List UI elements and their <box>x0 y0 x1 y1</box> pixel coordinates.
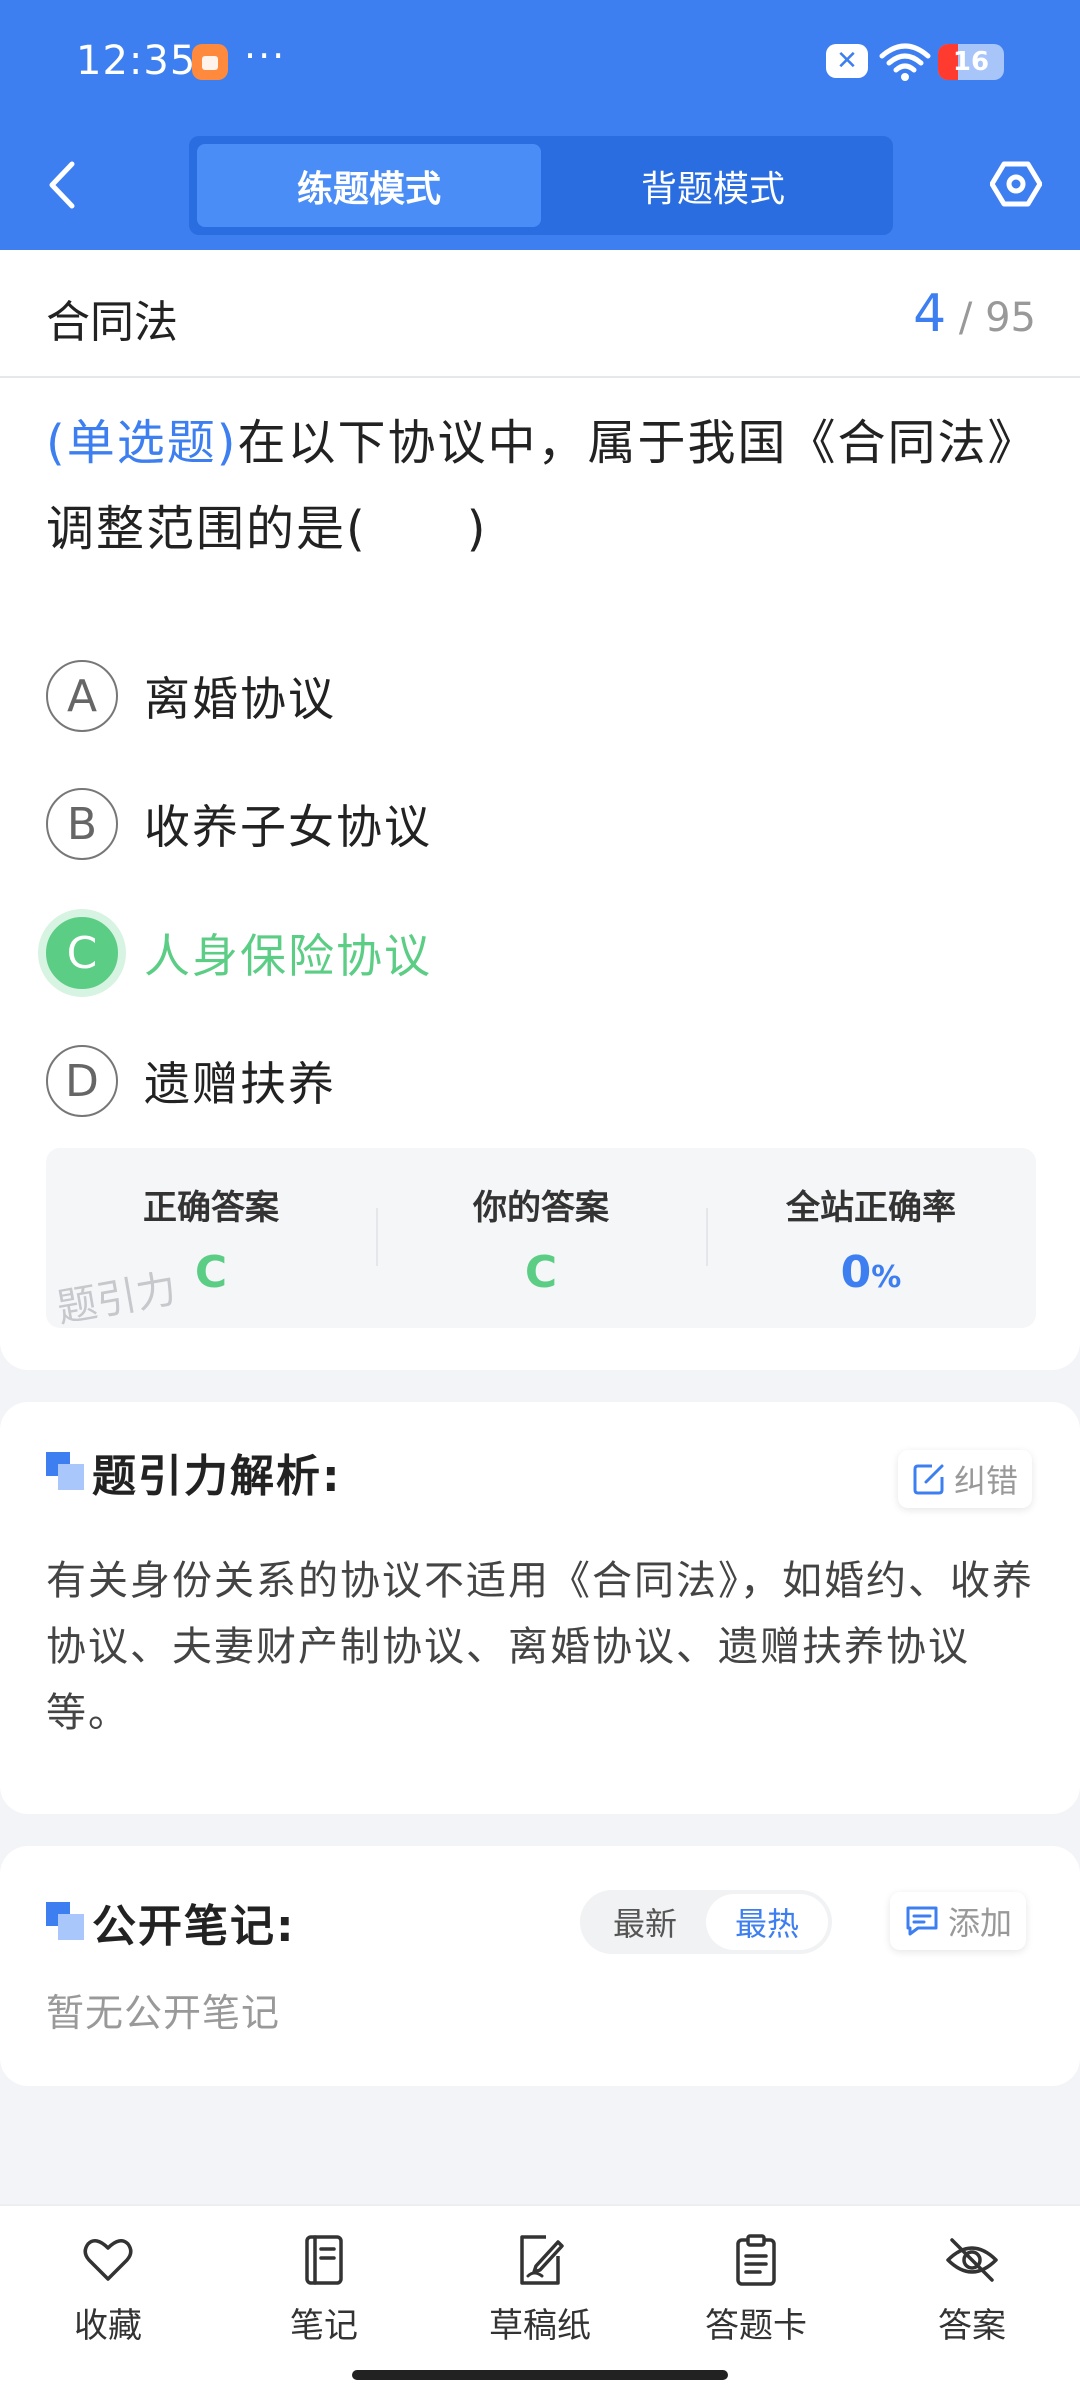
status-time: 12:35 <box>76 38 197 84</box>
eye-off-icon <box>946 2238 998 2282</box>
report-error-button[interactable]: 纠错 <box>898 1450 1033 1508</box>
option-letter: D <box>46 1045 118 1117</box>
draft-label: 草稿纸 <box>489 2306 591 2346</box>
comment-icon <box>906 1906 938 1936</box>
option-a[interactable]: A 离婚协议 <box>46 660 336 732</box>
report-error-label: 纠错 <box>954 1462 1019 1500</box>
notes-sort-toggle: 最新 最热 <box>580 1890 832 1954</box>
option-text: 人身保险协议 <box>144 929 432 983</box>
option-letter: C <box>46 917 118 989</box>
topic-row: 合同法 4 / 95 <box>0 250 1080 378</box>
correct-answer-label: 正确答案 <box>143 1188 279 1228</box>
more-notifications-icon: ··· <box>244 34 287 78</box>
option-text: 收养子女协议 <box>144 800 432 854</box>
your-answer-column: 你的答案 C <box>376 1148 706 1328</box>
your-answer-label: 你的答案 <box>473 1188 609 1228</box>
total-questions: / 95 <box>958 295 1036 341</box>
answer-sheet-label: 答题卡 <box>705 2306 807 2346</box>
add-note-button[interactable]: 添加 <box>890 1892 1027 1950</box>
accuracy-column: 全站正确率 0% <box>706 1148 1036 1328</box>
question-type: (单选题) <box>46 415 238 471</box>
favorite-button[interactable]: 收藏 <box>0 2206 216 2400</box>
analysis-card: 题引力解析: 纠错 有关身份关系的协议不适用《合同法》，如婚约、收养协议、夫妻财… <box>0 1402 1080 1814</box>
question-stem: (单选题)在以下协议中，属于我国《合同法》调整范围的是( ) <box>46 400 1036 572</box>
battery-icon: 16 <box>938 44 1004 80</box>
header: 12:35 ··· ✕ 16 练题模式 背题模式 <box>0 0 1080 250</box>
battery-level: 16 <box>952 47 990 77</box>
sort-latest[interactable]: 最新 <box>584 1894 706 1950</box>
accuracy-label: 全站正确率 <box>786 1188 956 1228</box>
option-text: 遗赠扶养 <box>144 1057 336 1111</box>
question-card: 合同法 4 / 95 (单选题)在以下协议中，属于我国《合同法》调整范围的是( … <box>0 250 1080 1370</box>
add-note-label: 添加 <box>948 1904 1013 1942</box>
current-question-number: 4 <box>913 284 947 344</box>
notes-title: 公开笔记: <box>92 1901 296 1952</box>
tab-practice-mode[interactable]: 练题模式 <box>197 144 541 227</box>
accuracy-unit: % <box>871 1260 902 1295</box>
option-text: 离婚协议 <box>144 672 336 726</box>
analysis-text: 有关身份关系的协议不适用《合同法》，如婚约、收养协议、夫妻财产制协议、离婚协议、… <box>46 1558 1034 1736</box>
option-d[interactable]: D 遗赠扶养 <box>46 1045 336 1117</box>
notebook-icon <box>305 2235 343 2285</box>
analysis-title: 题引力解析: <box>92 1451 342 1502</box>
mode-switch: 练题模式 背题模式 <box>189 136 893 235</box>
home-indicator[interactable] <box>352 2370 728 2380</box>
accuracy-number: 0 <box>840 1247 872 1298</box>
wifi-icon <box>879 43 931 81</box>
option-b[interactable]: B 收养子女协议 <box>46 788 432 860</box>
option-letter: A <box>46 660 118 732</box>
sort-hottest[interactable]: 最热 <box>706 1894 828 1950</box>
topic-title: 合同法 <box>46 297 178 348</box>
show-answer-button[interactable]: 答案 <box>864 2206 1080 2400</box>
app-notification-icon <box>192 44 228 80</box>
accuracy-value: 0% <box>706 1247 1036 1298</box>
your-answer-value: C <box>524 1247 558 1298</box>
tab-memorize-mode[interactable]: 背题模式 <box>541 144 885 227</box>
no-sim-icon: ✕ <box>826 44 868 78</box>
draft-icon <box>520 2235 564 2285</box>
section-icon <box>46 1452 84 1490</box>
status-bar: 12:35 ··· ✕ 16 <box>0 0 1080 125</box>
option-letter: B <box>46 788 118 860</box>
notes-card: 公开笔记: 最新 最热 添加 暂无公开笔记 <box>0 1846 1080 2086</box>
back-button[interactable] <box>40 156 86 214</box>
notes-empty-text: 暂无公开笔记 <box>46 1991 281 2035</box>
heart-icon <box>83 2239 133 2281</box>
question-progress: 4 / 95 <box>913 284 1036 344</box>
clipboard-icon <box>736 2234 776 2286</box>
notes-label: 笔记 <box>290 2306 358 2346</box>
correct-answer-column: 正确答案 C 题引力 <box>46 1148 376 1332</box>
show-answer-label: 答案 <box>938 2306 1006 2346</box>
section-icon <box>46 1902 84 1940</box>
settings-icon[interactable] <box>990 158 1042 210</box>
edit-icon <box>913 1464 944 1495</box>
favorite-label: 收藏 <box>74 2306 142 2346</box>
answer-summary: 正确答案 C 题引力 你的答案 C 全站正确率 0% <box>46 1148 1036 1332</box>
option-c[interactable]: C 人身保险协议 <box>46 917 432 989</box>
